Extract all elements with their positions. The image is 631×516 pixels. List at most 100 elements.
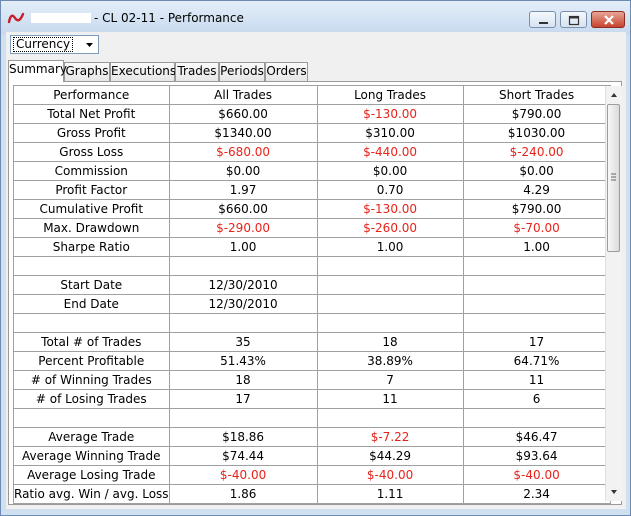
table-row[interactable]: Max. Drawdown $-290.00 $-260.00 $-70.00	[13, 218, 611, 238]
table-row[interactable]: Commission $0.00 $0.00 $0.00	[13, 161, 611, 181]
all-trades-value: 17	[168, 389, 318, 409]
all-trades-value: 1.00	[168, 237, 318, 257]
table-row[interactable]	[13, 256, 611, 276]
table-row[interactable]: # of Losing Trades 17 11 6	[13, 389, 611, 409]
metric-label: Average Trade	[13, 427, 170, 447]
short-trades-value	[462, 408, 611, 428]
column-header-long-trades[interactable]: Long Trades	[316, 85, 464, 105]
short-trades-value: $46.47	[462, 427, 611, 447]
metric-label: Gross Profit	[13, 123, 170, 143]
table-row[interactable]: Cumulative Profit $660.00 $-130.00 $790.00	[13, 199, 611, 219]
tab-executions[interactable]: Executions	[110, 62, 176, 81]
metric-label: Percent Profitable	[13, 351, 170, 371]
metric-label: Total Net Profit	[13, 104, 170, 124]
long-trades-value: 0.70	[316, 180, 464, 200]
metric-label: Max. Drawdown	[13, 218, 170, 238]
short-trades-value: $0.00	[462, 161, 611, 181]
metric-label: Commission	[13, 161, 170, 181]
short-trades-value	[462, 294, 611, 314]
column-header-performance[interactable]: Performance	[13, 85, 170, 105]
metric-label: Profit Factor	[13, 180, 170, 200]
metric-label: # of Losing Trades	[13, 389, 170, 409]
table-row[interactable]: Total Net Profit $660.00 $-130.00 $790.00	[13, 104, 611, 124]
performance-table: Performance All Trades Long Trades Short…	[13, 85, 611, 504]
minimize-icon	[539, 22, 548, 24]
column-header-short-trades[interactable]: Short Trades	[462, 85, 611, 105]
all-trades-value: $-290.00	[168, 218, 318, 238]
long-trades-value: $0.00	[316, 161, 464, 181]
short-trades-value: $-240.00	[462, 142, 611, 162]
long-trades-value: $-130.00	[316, 104, 464, 124]
table-row[interactable]	[13, 313, 611, 333]
performance-window: - CL 02-11 - Performance Currency Summar…	[0, 0, 631, 516]
table-row[interactable]: End Date 12/30/2010	[13, 294, 611, 314]
vertical-scrollbar[interactable]	[605, 86, 622, 501]
table-row[interactable]: Gross Loss $-680.00 $-440.00 $-240.00	[13, 142, 611, 162]
short-trades-value	[462, 313, 611, 333]
table-row[interactable]: Average Losing Trade $-40.00 $-40.00 $-40.0…	[13, 465, 611, 485]
table-row[interactable]	[13, 408, 611, 428]
short-trades-value: $93.64	[462, 446, 611, 466]
long-trades-value	[316, 408, 464, 428]
title-bar[interactable]: - CL 02-11 - Performance	[1, 1, 630, 35]
redacted-instrument-name	[31, 13, 91, 23]
scroll-down-icon[interactable]	[608, 486, 620, 498]
table-header-row: Performance All Trades Long Trades Short…	[13, 85, 611, 105]
long-trades-value: $44.29	[316, 446, 464, 466]
all-trades-value: $-680.00	[168, 142, 318, 162]
metric-label	[13, 313, 170, 333]
table-row[interactable]: Start Date 12/30/2010	[13, 275, 611, 295]
long-trades-value: 7	[316, 370, 464, 390]
long-trades-value	[316, 256, 464, 276]
column-header-all-trades[interactable]: All Trades	[168, 85, 318, 105]
table-row[interactable]: Total # of Trades 35 18 17	[13, 332, 611, 352]
short-trades-value: 2.34	[462, 484, 611, 504]
maximize-icon	[568, 15, 580, 26]
scrollbar-thumb[interactable]	[607, 104, 620, 252]
close-button[interactable]	[591, 11, 625, 28]
chevron-down-icon	[86, 43, 93, 47]
tab-trades[interactable]: Trades	[175, 62, 219, 81]
window-title: - CL 02-11 - Performance	[94, 11, 244, 25]
metric-label: Total # of Trades	[13, 332, 170, 352]
long-trades-value	[316, 294, 464, 314]
metric-label: Start Date	[13, 275, 170, 295]
table-row[interactable]: Profit Factor 1.97 0.70 4.29	[13, 180, 611, 200]
short-trades-value	[462, 275, 611, 295]
all-trades-value	[168, 256, 318, 276]
metric-label: Cumulative Profit	[13, 199, 170, 219]
minimize-button[interactable]	[529, 11, 556, 28]
long-trades-value	[316, 275, 464, 295]
all-trades-value: $1340.00	[168, 123, 318, 143]
all-trades-value: $18.86	[168, 427, 318, 447]
metric-label: Average Winning Trade	[13, 446, 170, 466]
all-trades-value: 1.97	[168, 180, 318, 200]
all-trades-value: 1.86	[168, 484, 318, 504]
table-row[interactable]: Average Trade $18.86 $-7.22 $46.47	[13, 427, 611, 447]
long-trades-value: $310.00	[316, 123, 464, 143]
table-row[interactable]: Percent Profitable 51.43% 38.89% 64.71%	[13, 351, 611, 371]
all-trades-value: $74.44	[168, 446, 318, 466]
short-trades-value	[462, 256, 611, 276]
scroll-up-icon[interactable]	[608, 89, 620, 101]
table-row[interactable]: # of Winning Trades 18 7 11	[13, 370, 611, 390]
tab-periods[interactable]: Periods	[219, 62, 265, 81]
long-trades-value: $-260.00	[316, 218, 464, 238]
currency-dropdown[interactable]: Currency	[10, 35, 99, 54]
tab-orders[interactable]: Orders	[265, 62, 308, 81]
table-row[interactable]: Ratio avg. Win / avg. Loss 1.86 1.11 2.34	[13, 484, 611, 504]
summary-panel: Performance All Trades Long Trades Short…	[8, 81, 622, 505]
metric-label	[13, 256, 170, 276]
all-trades-value: 35	[168, 332, 318, 352]
long-trades-value: $-7.22	[316, 427, 464, 447]
short-trades-value: 17	[462, 332, 611, 352]
all-trades-value: $660.00	[168, 199, 318, 219]
tab-summary[interactable]: Summary	[8, 60, 67, 82]
table-row[interactable]: Average Winning Trade $74.44 $44.29 $93.64	[13, 446, 611, 466]
maximize-button[interactable]	[560, 11, 587, 28]
table-row[interactable]: Sharpe Ratio 1.00 1.00 1.00	[13, 237, 611, 257]
tab-graphs[interactable]: Graphs	[64, 62, 110, 81]
table-row[interactable]: Gross Profit $1340.00 $310.00 $1030.00	[13, 123, 611, 143]
long-trades-value	[316, 313, 464, 333]
short-trades-value: $1030.00	[462, 123, 611, 143]
